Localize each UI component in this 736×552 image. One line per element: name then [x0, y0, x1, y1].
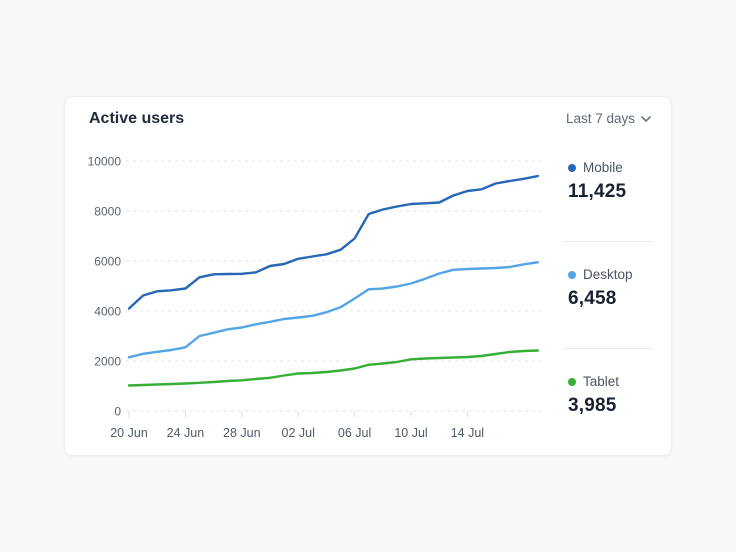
svg-text:02 Jul: 02 Jul — [282, 426, 315, 440]
svg-text:0: 0 — [114, 405, 121, 419]
legend-divider — [564, 241, 652, 242]
svg-text:10 Jul: 10 Jul — [394, 426, 427, 440]
mobile-series-dot — [568, 164, 576, 172]
chart-legend: Mobile 11,425 Desktop 6,458 Tablet 3,985 — [564, 97, 652, 455]
legend-value: 3,985 — [568, 395, 617, 416]
legend-item-tablet: Tablet 3,985 — [568, 373, 652, 417]
legend-item-mobile: Mobile 11,425 — [568, 159, 652, 203]
svg-text:20 Jun: 20 Jun — [110, 426, 148, 440]
tablet-series-dot — [568, 378, 576, 386]
active-users-line-chart: 0 2000 4000 6000 8000 10000 20 Jun 24 Jun 28 Jun… — [88, 155, 542, 440]
svg-text:2000: 2000 — [94, 355, 121, 369]
legend-divider — [564, 348, 652, 349]
svg-text:4000: 4000 — [94, 305, 121, 319]
svg-text:24 Jun: 24 Jun — [167, 426, 205, 440]
legend-value: 6,458 — [568, 288, 617, 309]
svg-text:06 Jul: 06 Jul — [338, 426, 371, 440]
active-users-card: Active users Last 7 days 0 2000 4000 6000 80… — [64, 96, 672, 456]
desktop-series-dot — [568, 271, 576, 279]
legend-label: Desktop — [583, 267, 633, 282]
chart-title: Active users — [89, 110, 185, 127]
svg-text:6000: 6000 — [94, 255, 121, 269]
legend-value: 11,425 — [568, 181, 627, 202]
svg-text:28 Jun: 28 Jun — [223, 426, 261, 440]
legend-item-desktop: Desktop 6,458 — [568, 266, 652, 310]
svg-text:8000: 8000 — [94, 205, 121, 219]
legend-label: Tablet — [583, 374, 620, 389]
legend-label: Mobile — [583, 160, 623, 175]
svg-text:14 Jul: 14 Jul — [451, 426, 484, 440]
svg-text:10000: 10000 — [88, 155, 122, 169]
